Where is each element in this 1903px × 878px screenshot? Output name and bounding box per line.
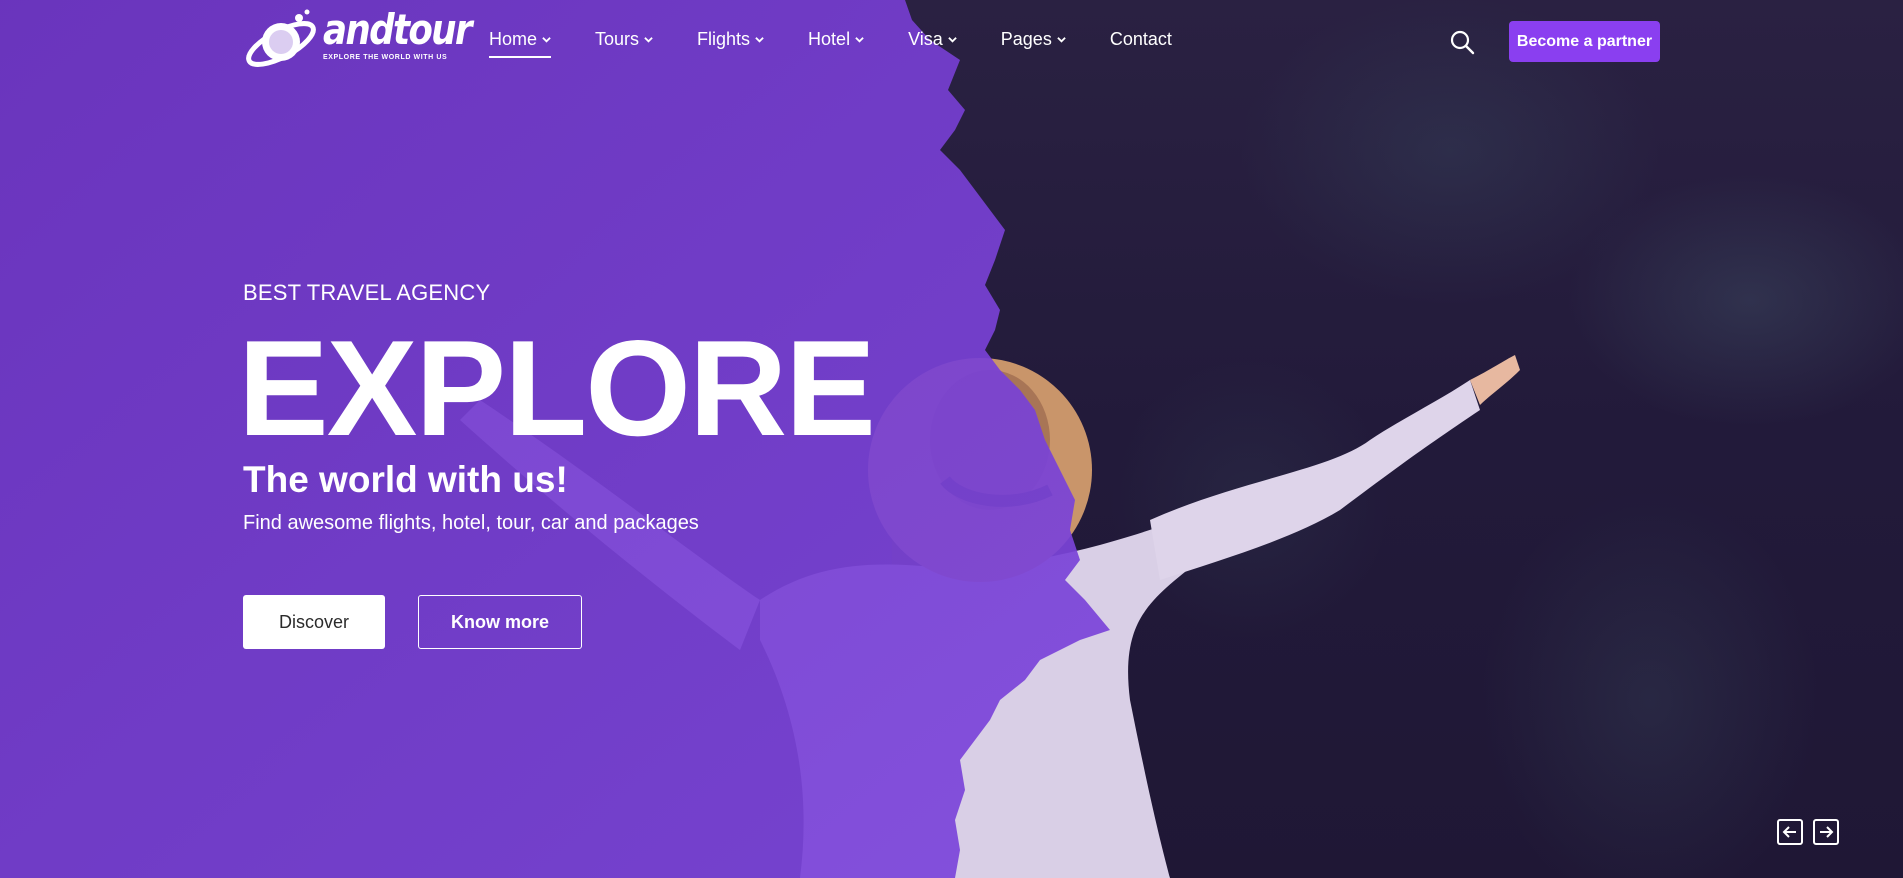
planet-logo-icon: [246, 9, 316, 67]
nav-item-visa[interactable]: Visa: [908, 27, 957, 51]
know-more-button[interactable]: Know more: [418, 595, 582, 649]
hero-eyebrow: BEST TRAVEL AGENCY: [243, 280, 491, 305]
site-header: andtour EXPLORE THE WORLD WITH US Home T…: [0, 0, 1903, 84]
chevron-down-icon: [755, 36, 764, 43]
nav-item-flights[interactable]: Flights: [697, 27, 764, 51]
discover-button[interactable]: Discover: [243, 595, 385, 649]
chevron-down-icon: [948, 36, 957, 43]
hero-subheadline: The world with us!: [243, 459, 568, 500]
become-partner-button[interactable]: Become a partner: [1509, 21, 1660, 62]
brand-logo[interactable]: andtour EXPLORE THE WORLD WITH US: [243, 8, 472, 76]
nav-item-tours[interactable]: Tours: [595, 27, 653, 51]
nav-item-label: Home: [489, 28, 538, 49]
chevron-down-icon: [542, 36, 551, 43]
arrow-right-icon: [1820, 826, 1834, 838]
nav-item-label: Contact: [1109, 28, 1172, 49]
chevron-down-icon: [644, 36, 653, 43]
nav-item-label: Hotel: [808, 28, 851, 49]
nav-item-home[interactable]: Home: [489, 27, 552, 58]
nav-item-label: Pages: [1000, 28, 1052, 49]
nav-item-label: Visa: [908, 28, 943, 49]
slider-prev-button[interactable]: [1777, 819, 1803, 845]
brand-tagline: EXPLORE THE WORLD WITH US: [323, 54, 448, 61]
hero-description: Find awesome flights, hotel, tour, car a…: [243, 512, 699, 534]
nav-item-label: Flights: [697, 28, 751, 49]
search-icon: [1450, 30, 1475, 55]
chevron-down-icon: [855, 36, 864, 43]
slider-next-button[interactable]: [1813, 819, 1839, 845]
nav-item-label: Tours: [595, 28, 640, 49]
nav-item-pages[interactable]: Pages: [1001, 27, 1066, 51]
search-button[interactable]: [1449, 29, 1475, 55]
hero-headline: EXPLORE: [238, 312, 876, 464]
chevron-down-icon: [1057, 36, 1066, 43]
brand-name: andtour: [323, 5, 472, 54]
nav-item-hotel[interactable]: Hotel: [808, 27, 864, 51]
arrow-left-icon: [1782, 826, 1796, 838]
main-nav: Home Tours Flights Hotel Visa Pages Cont…: [489, 27, 1172, 58]
nav-item-contact[interactable]: Contact: [1110, 27, 1172, 51]
